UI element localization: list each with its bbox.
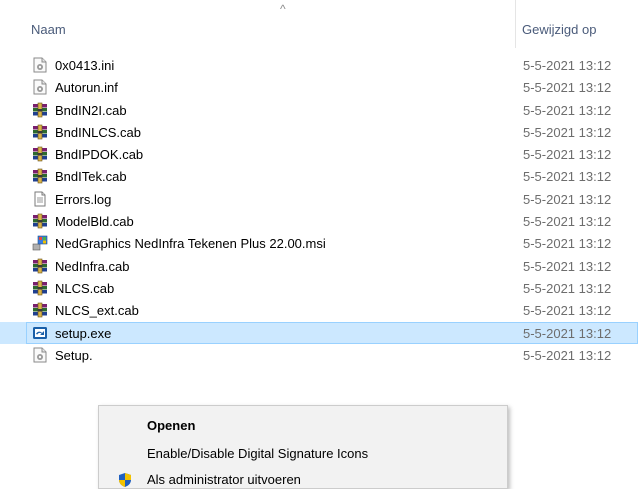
menu-item-open-label: Openen (147, 418, 196, 433)
text-document-icon (32, 191, 48, 207)
file-modified-date: 5-5-2021 13:12 (523, 58, 612, 73)
file-row[interactable]: Errors.log 5-5-2021 13:12 (0, 188, 638, 210)
file-list: 0x0413.ini 5-5-2021 13:12 Autorun.inf 5-5-2… (0, 54, 638, 366)
file-name: BndITek.cab (55, 169, 127, 185)
menu-item-run-as-admin[interactable]: Als administrator uitvoeren (99, 468, 507, 489)
cab-archive-icon (32, 102, 48, 118)
column-header-name-label: Naam (31, 22, 66, 37)
file-name: NedGraphics NedInfra Tekenen Plus 22.00.… (55, 236, 326, 252)
menu-item-run-as-admin-label: Als administrator uitvoeren (147, 472, 301, 487)
file-modified-date: 5-5-2021 13:12 (523, 147, 612, 163)
file-modified-date: 5-5-2021 13:12 (523, 191, 612, 207)
uac-shield-icon (119, 473, 131, 487)
menu-item-digital-signature-icons-label: Enable/Disable Digital Signature Icons (147, 446, 369, 461)
inf-settings-icon (32, 79, 48, 95)
cab-archive-icon (32, 280, 48, 296)
file-row[interactable]: NedGraphics NedInfra Tekenen Plus 22.00.… (0, 232, 638, 254)
cab-archive-icon (32, 124, 48, 140)
file-row[interactable]: ModelBld.cab 5-5-2021 13:12 (0, 210, 638, 232)
file-row[interactable]: setup.exe 5-5-2021 13:12 (0, 321, 638, 345)
column-header-modified-label: Gewijzigd op (522, 22, 597, 37)
file-name: BndIPDOK.cab (55, 147, 144, 163)
file-row[interactable]: Setup. 5-5-2021 13:12 (0, 344, 638, 366)
file-row[interactable]: BndIPDOK.cab 5-5-2021 13:12 (0, 143, 638, 165)
file-modified-date: 5-5-2021 13:12 (523, 347, 612, 363)
file-row[interactable]: 0x0413.ini 5-5-2021 13:12 (0, 54, 638, 76)
file-row[interactable]: BndIN2I.cab 5-5-2021 13:12 (0, 99, 638, 121)
file-modified-date: 5-5-2021 13:12 (523, 169, 612, 185)
sort-ascending-icon: ^ (280, 2, 286, 16)
file-modified-date: 5-5-2021 13:12 (523, 124, 612, 140)
file-row[interactable]: BndINLCS.cab 5-5-2021 13:12 (0, 121, 638, 143)
file-name: NedInfra.cab (55, 258, 130, 274)
file-name: BndINLCS.cab (55, 124, 141, 140)
file-name: 0x0413.ini (55, 58, 115, 73)
file-row[interactable]: NedInfra.cab 5-5-2021 13:12 (0, 255, 638, 277)
file-name: ModelBld.cab (55, 214, 134, 230)
file-name: BndIN2I.cab (55, 102, 127, 118)
file-modified-date: 5-5-2021 13:12 (523, 325, 612, 341)
cab-archive-icon (32, 146, 48, 162)
file-modified-date: 5-5-2021 13:12 (523, 80, 612, 96)
menu-item-digital-signature-icons[interactable]: Enable/Disable Digital Signature Icons (99, 442, 507, 466)
file-modified-date: 5-5-2021 13:12 (523, 102, 612, 118)
column-header-name[interactable]: ^ Naam (0, 0, 515, 48)
cab-archive-icon (32, 213, 48, 229)
cab-archive-icon (32, 258, 48, 274)
ini-settings-icon (32, 57, 48, 73)
file-row[interactable]: Autorun.inf 5-5-2021 13:12 (0, 76, 638, 98)
msi-installer-icon (32, 235, 48, 251)
file-name: Setup. (55, 347, 93, 363)
file-row[interactable]: BndITek.cab 5-5-2021 13:12 (0, 165, 638, 187)
file-modified-date: 5-5-2021 13:12 (523, 303, 612, 319)
file-modified-date: 5-5-2021 13:12 (523, 280, 612, 296)
menu-item-open[interactable]: Openen (99, 414, 507, 438)
file-name: Errors.log (55, 191, 112, 207)
file-modified-date: 5-5-2021 13:12 (523, 236, 612, 252)
column-header-modified[interactable]: Gewijzigd op (516, 0, 638, 48)
file-row[interactable]: NLCS_ext.cab 5-5-2021 13:12 (0, 299, 638, 321)
cab-archive-icon (32, 302, 48, 318)
file-name: NLCS.cab (55, 280, 115, 296)
ini-settings-icon (32, 347, 48, 363)
file-name: NLCS_ext.cab (55, 303, 139, 319)
file-name: Autorun.inf (55, 80, 118, 96)
file-row[interactable]: NLCS.cab 5-5-2021 13:12 (0, 277, 638, 299)
cab-archive-icon (32, 168, 48, 184)
column-header-bar: ^ Naam Gewijzigd op (0, 0, 638, 48)
setup-exe-icon (32, 325, 48, 341)
file-name: setup.exe (55, 325, 112, 341)
file-modified-date: 5-5-2021 13:12 (523, 214, 612, 230)
file-modified-date: 5-5-2021 13:12 (523, 258, 612, 274)
context-menu: Openen Enable/Disable Digital Signature … (98, 405, 508, 489)
